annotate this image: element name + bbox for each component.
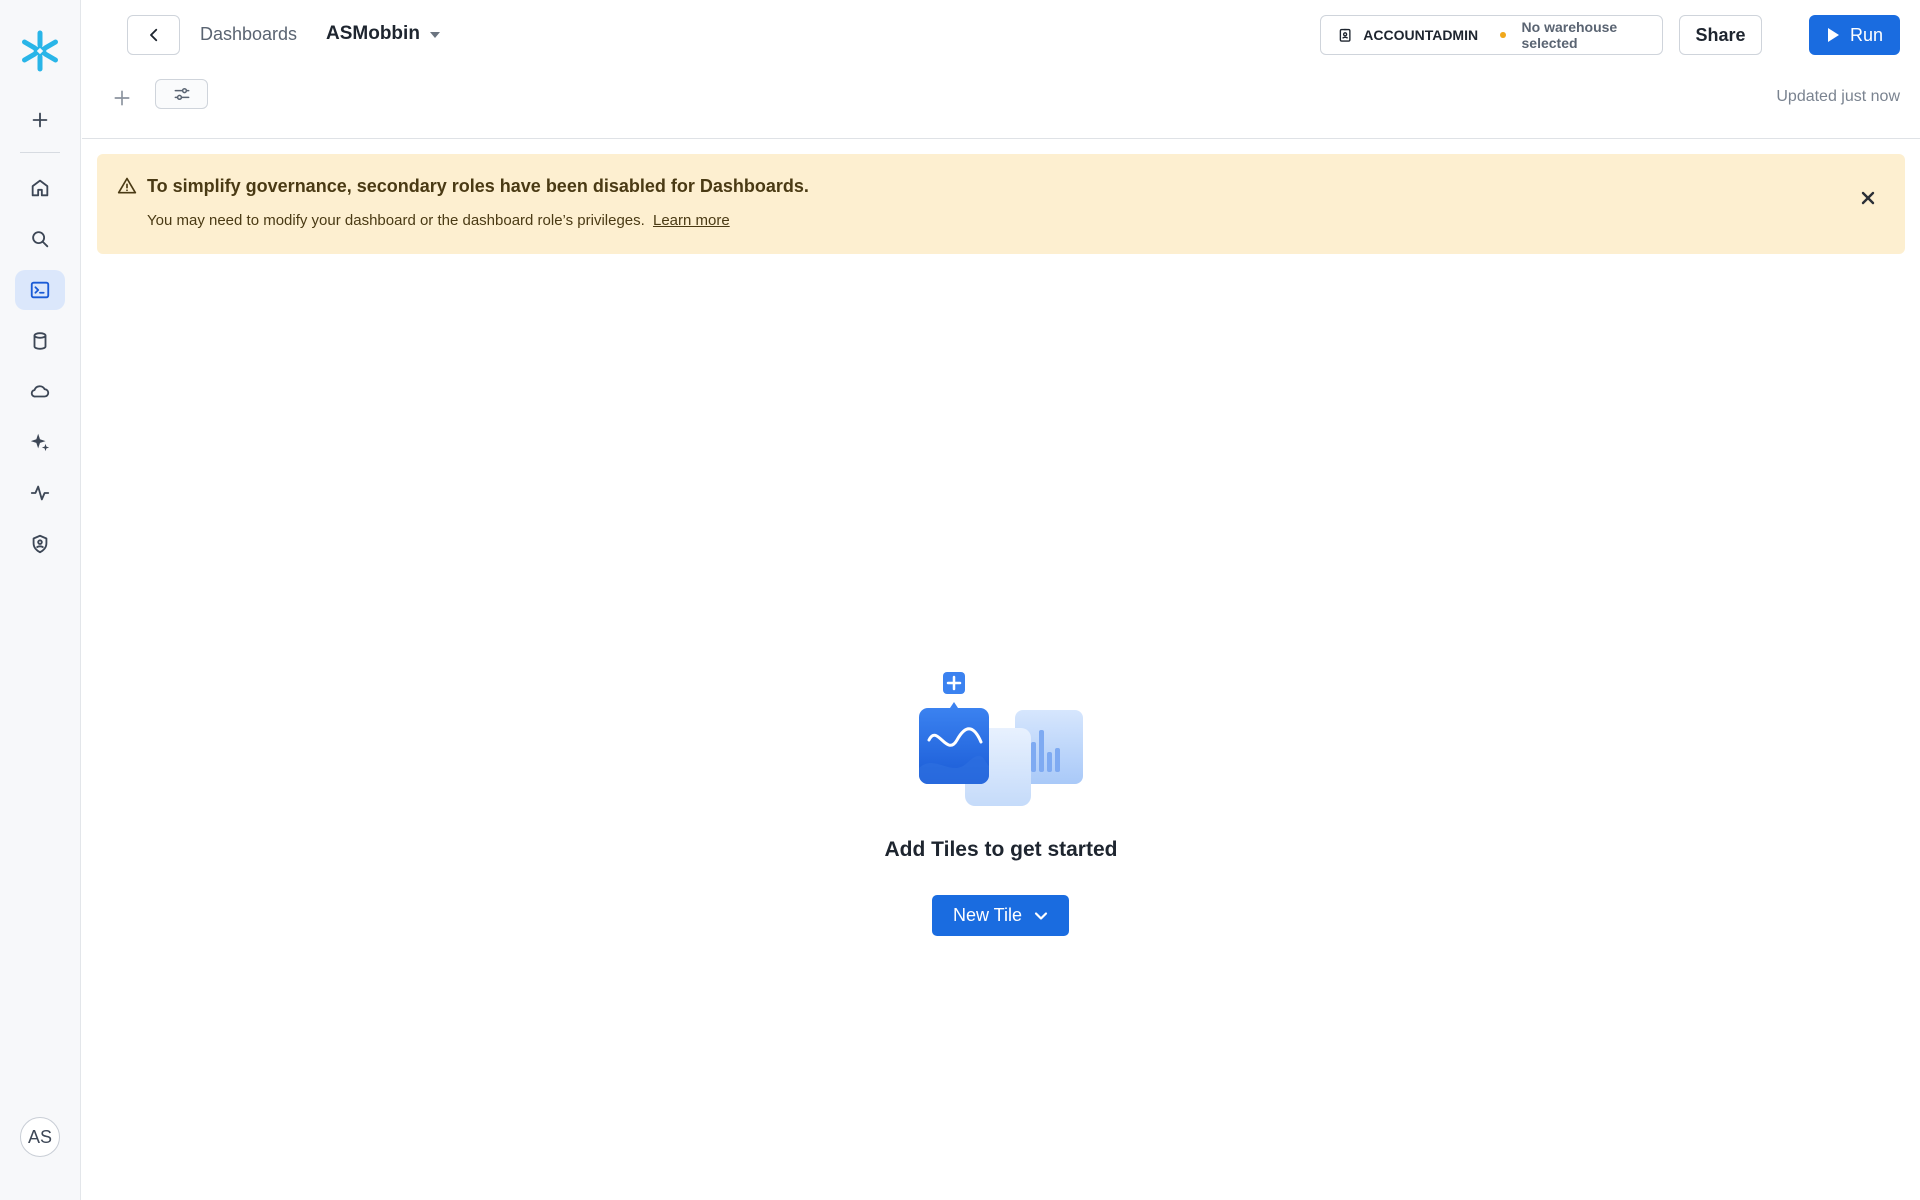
run-button[interactable]: Run bbox=[1809, 15, 1900, 55]
filters-button[interactable] bbox=[155, 79, 208, 109]
home-icon bbox=[31, 179, 49, 197]
dashboard-name-dropdown[interactable]: ASMobbin bbox=[326, 23, 440, 45]
breadcrumb-dashboards[interactable]: Dashboards bbox=[200, 24, 297, 45]
sidebar-item-monitoring[interactable] bbox=[15, 473, 65, 513]
empty-state-title: Add Tiles to get started bbox=[884, 838, 1118, 861]
play-icon bbox=[1827, 28, 1839, 42]
sparkle-icon bbox=[30, 433, 50, 452]
chevron-down-icon bbox=[1034, 911, 1048, 920]
plus-icon bbox=[114, 90, 130, 106]
warehouse-name: No warehouse selected bbox=[1521, 19, 1618, 51]
new-tile-button[interactable]: New Tile bbox=[932, 895, 1069, 936]
banner-close-button[interactable] bbox=[1857, 187, 1879, 209]
banner-text: You may need to modify your dashboard or… bbox=[147, 212, 645, 229]
role-warehouse-selector[interactable]: ACCOUNTADMIN No warehouse selected bbox=[1320, 15, 1663, 55]
empty-dashboard-illustration-icon bbox=[919, 672, 1083, 806]
terminal-icon bbox=[30, 281, 50, 299]
activity-icon bbox=[30, 485, 50, 501]
sidebar-divider bbox=[20, 152, 60, 153]
shield-icon bbox=[32, 534, 48, 554]
updated-status: Updated just now bbox=[1776, 88, 1900, 105]
banner-title: To simplify governance, secondary roles … bbox=[147, 176, 809, 196]
app-root: AS Dashboards ASMobbin ACCOUNTADMIN No w… bbox=[0, 0, 1920, 1200]
share-button[interactable]: Share bbox=[1679, 15, 1762, 55]
search-icon bbox=[32, 231, 49, 248]
learn-more-link[interactable]: Learn more bbox=[653, 212, 730, 229]
cloud-icon bbox=[30, 385, 50, 398]
banner-message: You may need to modify your dashboard or… bbox=[147, 212, 730, 229]
sidebar: AS bbox=[0, 0, 81, 1200]
create-button[interactable] bbox=[15, 100, 65, 140]
sliders-icon bbox=[174, 88, 189, 100]
snowflake-logo-icon[interactable] bbox=[19, 30, 61, 72]
dashboard-name: ASMobbin bbox=[326, 23, 420, 44]
sidebar-item-search[interactable] bbox=[15, 219, 65, 259]
chevron-left-icon bbox=[149, 28, 157, 42]
sidebar-item-admin[interactable] bbox=[15, 524, 65, 564]
caret-down-icon bbox=[429, 32, 440, 38]
sidebar-item-home[interactable] bbox=[15, 168, 65, 208]
sidebar-item-data[interactable] bbox=[15, 321, 65, 361]
close-icon bbox=[1861, 191, 1875, 205]
governance-warning-banner: To simplify governance, secondary roles … bbox=[97, 154, 1905, 254]
role-badge-icon bbox=[1339, 28, 1351, 42]
role-name: ACCOUNTADMIN bbox=[1363, 27, 1479, 43]
sidebar-item-data-products[interactable] bbox=[15, 371, 65, 411]
warehouse-status-dot bbox=[1500, 32, 1506, 38]
warning-icon bbox=[117, 177, 137, 194]
add-tile-button[interactable] bbox=[107, 83, 137, 113]
sidebar-item-ai-ml[interactable] bbox=[15, 422, 65, 462]
run-button-label: Run bbox=[1849, 24, 1884, 45]
back-button[interactable] bbox=[127, 15, 180, 55]
user-avatar[interactable]: AS bbox=[20, 1117, 60, 1157]
database-icon bbox=[33, 332, 47, 350]
plus-icon bbox=[32, 112, 48, 128]
sidebar-item-projects[interactable] bbox=[15, 270, 65, 310]
dashboard-header: Dashboards ASMobbin ACCOUNTADMIN No ware… bbox=[82, 0, 1920, 139]
new-tile-label: New Tile bbox=[952, 905, 1023, 925]
